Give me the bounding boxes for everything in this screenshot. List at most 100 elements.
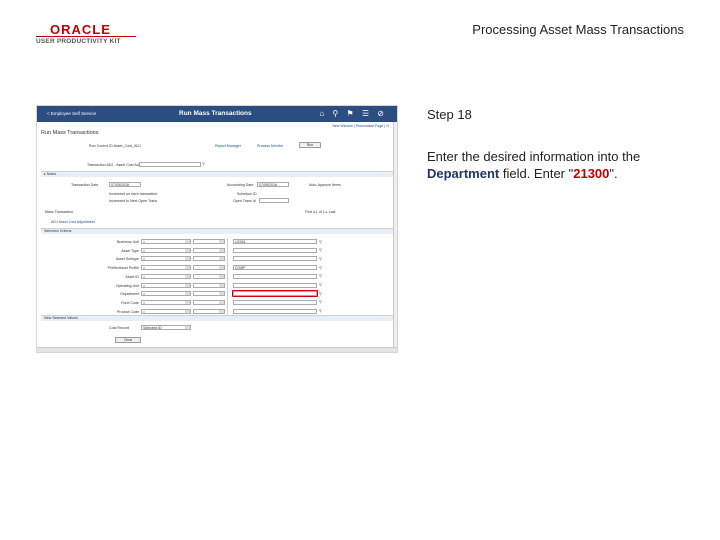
criteria-operator-select[interactable]: = <box>141 308 191 314</box>
logo-rule <box>36 36 136 37</box>
lookup-icon[interactable]: ⚲ <box>319 291 322 296</box>
lookup-icon[interactable]: ⚲ <box>319 299 322 304</box>
criteria-value-input[interactable]: COMP <box>233 265 317 271</box>
lookup-icon[interactable]: ⚲ <box>319 256 322 261</box>
app-header-bar: < Employee Self Service Run Mass Transac… <box>37 106 397 122</box>
criteria-operator-select[interactable]: = <box>141 299 191 305</box>
criteria-label: Department <box>120 292 139 297</box>
cost-record-label: Cost Record <box>109 326 129 330</box>
accounting-date-value: 07/05/2016 <box>259 183 277 187</box>
increment-checkbox-1[interactable]: Increment on each transaction <box>109 192 157 196</box>
auto-approve-checkbox[interactable]: Auto-Approve Items <box>309 183 341 187</box>
document-title: Processing Asset Mass Transactions <box>472 22 684 37</box>
instruction-text: Enter the desired information into the D… <box>427 148 697 182</box>
criteria-label: Operating Unit <box>115 283 139 288</box>
criteria-operator: = <box>143 266 146 271</box>
lookup-icon[interactable]: ⚲ <box>202 161 205 166</box>
criteria-operator: = <box>143 257 146 262</box>
criteria-operator-select[interactable]: = <box>141 256 191 262</box>
criteria-dropdown[interactable] <box>193 291 225 297</box>
criteria-operator-select[interactable]: = <box>141 265 191 271</box>
criteria-dropdown[interactable] <box>193 282 225 288</box>
lookup-icon[interactable]: ⚲ <box>319 273 322 278</box>
new-values-band[interactable]: New Selected Values <box>41 315 395 321</box>
criteria-value-input[interactable] <box>233 308 317 314</box>
adj-link[interactable]: ADJ Asset Cost Adjustment <box>51 220 95 224</box>
criteria-dropdown[interactable] <box>193 273 225 279</box>
criteria-value-input[interactable]: US001 <box>233 239 317 244</box>
lookup-icon[interactable]: ⚲ <box>319 308 322 313</box>
clear-button[interactable]: Clear <box>115 337 141 343</box>
accounting-date-label: Accounting Date <box>227 183 254 187</box>
criteria-dropdown[interactable] <box>193 265 225 271</box>
criteria-dropdown[interactable] <box>193 247 225 253</box>
criteria-operator: = <box>143 309 146 314</box>
criteria-value-input[interactable] <box>233 273 317 279</box>
header-icons[interactable]: ⌂ ⚲ ⚑ ☰ ⊘ <box>319 109 387 118</box>
mass-transaction-label: Mass Transaction <box>45 210 74 214</box>
criteria-dropdown[interactable] <box>193 239 225 244</box>
instruction-field-name: Department <box>427 166 500 181</box>
oracle-upk-logo: ORACLE USER PRODUCTIVITY KIT <box>36 22 136 48</box>
horizontal-scrollbar[interactable] <box>37 347 397 352</box>
notes-label: ▸ Notes <box>44 172 57 176</box>
lookup-icon[interactable]: ⚲ <box>319 282 322 287</box>
criteria-operator-select[interactable]: = <box>141 282 191 288</box>
criteria-value: COMP <box>235 266 246 271</box>
instruction-suffix: ". <box>609 166 618 181</box>
criteria-divider <box>227 238 228 316</box>
criteria-label: Asset Subtype <box>115 257 139 262</box>
criteria-label: Asset Type <box>121 248 139 253</box>
process-monitor-link[interactable]: Process Monitor <box>257 144 283 148</box>
lookup-icon[interactable]: ⚲ <box>319 239 322 244</box>
criteria-value: US001 <box>235 240 246 244</box>
criteria-value-input[interactable] <box>233 282 317 288</box>
open-trans-input[interactable] <box>259 198 289 203</box>
selection-criteria-band[interactable]: Selection Criteria <box>41 228 395 234</box>
lookup-icon[interactable]: ⚲ <box>319 247 322 252</box>
lookup-icon[interactable]: ⚲ <box>319 265 322 270</box>
criteria-value-input[interactable] <box>233 291 317 297</box>
criteria-operator-select[interactable]: = <box>141 291 191 297</box>
grid-navigation[interactable]: First ◂ 1 of 1 ▸ Last <box>305 210 335 214</box>
criteria-value-input[interactable] <box>233 247 317 253</box>
criteria-dropdown[interactable] <box>193 256 225 262</box>
open-trans-label: Open Trans Id <box>233 199 256 203</box>
schedule-id-label: Schedule ID <box>237 192 257 196</box>
criteria-dropdown[interactable] <box>193 308 225 314</box>
transaction-input[interactable] <box>139 162 201 167</box>
criteria-label: Product Code <box>117 309 139 314</box>
criteria-value-input[interactable] <box>233 299 317 305</box>
criteria-operator-select[interactable]: = <box>141 239 191 244</box>
instruction-middle: field. Enter " <box>499 166 574 181</box>
instruction-value: 21300 <box>573 166 610 181</box>
tutorial-slide: ORACLE USER PRODUCTIVITY KIT Processing … <box>0 0 720 540</box>
increment-checkbox-2[interactable]: Increment to Next Open Trans <box>109 199 157 203</box>
criteria-operator: = <box>143 240 146 244</box>
application-screenshot: < Employee Self Service Run Mass Transac… <box>36 105 398 353</box>
criteria-operator: = <box>143 248 146 253</box>
criteria-dropdown[interactable] <box>193 299 225 305</box>
report-manager-link[interactable]: Report Manager <box>215 144 241 148</box>
nav-back-link[interactable]: < Employee Self Service <box>47 111 96 116</box>
instruction-prefix: Enter the desired information into the <box>427 149 641 164</box>
criteria-operator-select[interactable]: = <box>141 273 191 279</box>
transaction-date-label: Transaction Date <box>71 183 99 187</box>
vertical-scrollbar[interactable] <box>393 122 397 348</box>
logo-subtitle: USER PRODUCTIVITY KIT <box>36 38 121 45</box>
selection-criteria-label: Selection Criteria <box>44 229 72 233</box>
run-button[interactable]: Run <box>299 142 321 148</box>
cost-record-value: Selected ID <box>143 326 162 330</box>
top-links[interactable]: New Window | Personalize Page | ⊡ <box>333 124 390 128</box>
criteria-operator-select[interactable]: = <box>141 247 191 253</box>
notes-band[interactable]: ▸ Notes <box>41 171 395 177</box>
logo-brand: ORACLE <box>50 22 111 37</box>
criteria-label: Fund Code <box>121 300 139 305</box>
criteria-operator: = <box>143 274 146 279</box>
criteria-label: Profile/Asset Profile <box>107 266 139 271</box>
criteria-label: Business Unit <box>117 240 139 244</box>
criteria-operator: = <box>143 292 146 297</box>
criteria-label: Asset ID <box>125 274 139 279</box>
criteria-operator: = <box>143 283 146 288</box>
criteria-value-input[interactable] <box>233 256 317 262</box>
